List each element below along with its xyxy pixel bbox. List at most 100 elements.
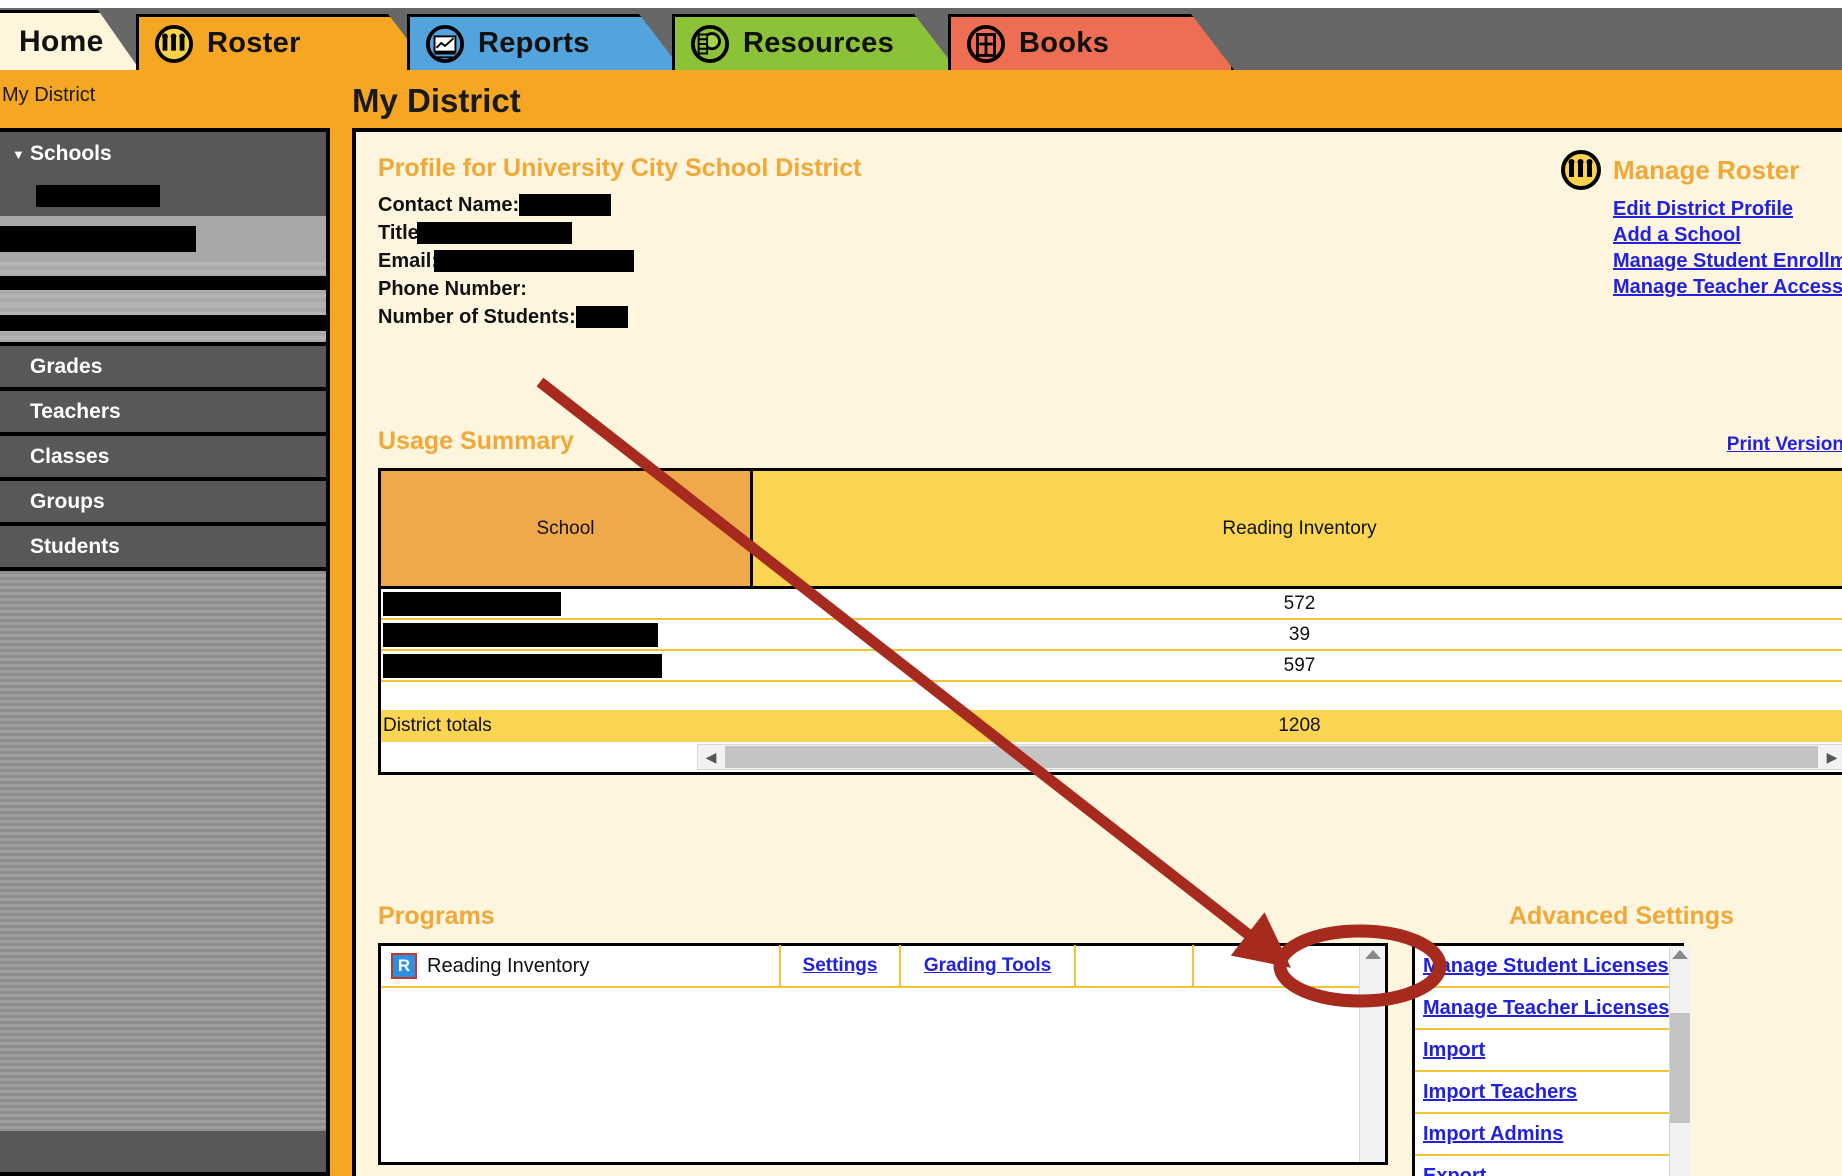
- usage-summary-header-row: Usage Summary Print Version: [378, 427, 1842, 456]
- tab-reports[interactable]: Reports: [407, 14, 682, 70]
- link-manage-student-licenses[interactable]: Manage Student Licenses: [1415, 946, 1670, 988]
- sidebar-item-classes[interactable]: Classes: [0, 436, 326, 481]
- roster-icon: [1561, 150, 1601, 190]
- link-manage-student-enrollment[interactable]: Manage Student Enrollment: [1613, 248, 1842, 274]
- scroll-right-icon[interactable]: ▶: [1819, 745, 1842, 769]
- advanced-settings-vertical-scrollbar[interactable]: [1669, 946, 1691, 1176]
- advanced-settings-list: Manage Student Licenses Manage Teacher L…: [1415, 946, 1670, 1176]
- redacted-value: [383, 622, 658, 647]
- program-name-label: Reading Inventory: [427, 954, 590, 977]
- cell-total-label: District totals: [383, 715, 492, 736]
- link-manage-teacher-access[interactable]: Manage Teacher Access: [1613, 274, 1842, 300]
- reports-icon: [426, 24, 464, 63]
- cell-empty-1: [1076, 945, 1194, 987]
- tab-books-label: Books: [1019, 27, 1110, 59]
- sidebar-item-groups[interactable]: Groups: [0, 481, 326, 526]
- profile-field-title: Title:: [378, 219, 1378, 247]
- advanced-settings-panel: Manage Student Licenses Manage Teacher L…: [1412, 943, 1691, 1176]
- scroll-up-icon[interactable]: [1672, 950, 1689, 959]
- tab-reports-label: Reports: [478, 27, 590, 59]
- programs-rows: R Reading Inventory Settings Grading Too…: [381, 945, 1359, 1162]
- tab-books[interactable]: Books: [948, 14, 1234, 70]
- scroll-up-icon[interactable]: [1364, 950, 1381, 959]
- sidebar-nav: ▼ Schools Grades Teachers Classes Groups…: [0, 128, 330, 1176]
- link-export[interactable]: Export: [1415, 1156, 1669, 1176]
- roster-icon: [155, 24, 193, 63]
- sidebar-item-grades-label: Grades: [30, 354, 103, 378]
- tabbar-top-strip: [0, 0, 1842, 8]
- cell-program-name: R Reading Inventory: [381, 945, 781, 987]
- link-import-admins[interactable]: Import Admins: [1415, 1114, 1670, 1156]
- cell-school: [381, 622, 753, 647]
- table-row: 597: [381, 651, 1842, 682]
- usage-summary-heading: Usage Summary: [378, 427, 574, 455]
- profile-field-contact-name: Contact Name:: [378, 191, 1378, 219]
- programs-heading: Programs: [378, 902, 495, 930]
- sidebar-header: My District: [2, 84, 96, 106]
- redacted-value: [383, 653, 662, 678]
- profile-label-contact-name: Contact Name:: [378, 193, 520, 216]
- link-grading-tools[interactable]: Grading Tools: [924, 955, 1051, 977]
- redacted-text: [0, 276, 326, 290]
- sidebar-item-schools[interactable]: ▼ Schools: [0, 132, 326, 176]
- advanced-settings-heading: Advanced Settings: [1508, 902, 1734, 930]
- profile-label-number-of-students: Number of Students:: [378, 305, 576, 328]
- link-add-a-school[interactable]: Add a School: [1613, 222, 1842, 248]
- profile-label-email: Email:: [378, 249, 439, 272]
- profile-fields: Contact Name: Title: Email: Phone Number…: [378, 191, 1378, 331]
- scrollbar-thumb[interactable]: [725, 746, 1818, 768]
- redacted-text: [0, 315, 326, 331]
- reading-inventory-icon: R: [391, 953, 417, 979]
- programs-section: Programs Advanced Settings R Reading Inv…: [378, 902, 1842, 1176]
- manage-roster-title-row: Manage Roster: [1561, 150, 1842, 190]
- main-content: My District Profile for University City …: [330, 70, 1842, 1176]
- sidebar-group-redacted-3[interactable]: [0, 304, 326, 346]
- sidebar-empty-area: [0, 571, 326, 1131]
- link-import[interactable]: Import: [1415, 1030, 1670, 1072]
- link-manage-teacher-licenses[interactable]: Manage Teacher Licenses: [1415, 988, 1670, 1030]
- chevron-down-icon: ▼: [12, 146, 25, 162]
- tab-home[interactable]: Home: [0, 10, 140, 70]
- cell-total-value: 1208: [1278, 715, 1321, 736]
- programs-header-row: Programs Advanced Settings: [378, 902, 1842, 931]
- scrollbar-track[interactable]: ◀ ▶: [697, 744, 1842, 770]
- profile-field-email: Email:: [378, 247, 1378, 275]
- sidebar-item-teachers[interactable]: Teachers: [0, 391, 326, 436]
- redacted-value: [575, 306, 628, 328]
- sidebar-item-students[interactable]: Students: [0, 526, 326, 571]
- redacted-value: [519, 194, 612, 216]
- programs-vertical-scrollbar[interactable]: [1359, 946, 1385, 1162]
- tab-resources[interactable]: Resources: [672, 14, 957, 70]
- tab-roster[interactable]: Roster: [136, 14, 431, 70]
- sidebar-group-redacted-1[interactable]: [0, 216, 326, 262]
- scrollbar-thumb[interactable]: [1670, 1013, 1691, 1123]
- cell-reading-inventory: 572: [1283, 592, 1316, 614]
- table-row: R Reading Inventory Settings Grading Too…: [381, 945, 1359, 988]
- main-tab-bar: Home Roster Reports Resources Books: [0, 0, 1842, 70]
- cell-settings: Settings: [781, 945, 901, 987]
- usage-table-horizontal-scrollbar[interactable]: ◀ ▶: [381, 742, 1842, 772]
- cell-grading-tools: Grading Tools: [901, 945, 1076, 987]
- profile-field-number-of-students: Number of Students:: [378, 303, 1378, 331]
- link-print-version[interactable]: Print Version: [1727, 434, 1842, 456]
- cell-reading-inventory: 597: [1283, 654, 1316, 676]
- sidebar-group-redacted-2[interactable]: [0, 262, 326, 304]
- sidebar-item-school-redacted-1[interactable]: [0, 176, 326, 216]
- sidebar-item-grades[interactable]: Grades: [0, 346, 326, 391]
- content-card: Profile for University City School Distr…: [352, 128, 1842, 1176]
- scroll-left-icon[interactable]: ◀: [698, 745, 724, 769]
- sidebar-item-students-label: Students: [30, 534, 120, 558]
- sidebar-item-teachers-label: Teachers: [30, 399, 121, 423]
- table-row: 572: [381, 589, 1842, 620]
- page-body: My District ▼ Schools Grades Teachers Cl…: [0, 70, 1842, 1176]
- tab-resources-label: Resources: [743, 27, 894, 59]
- tab-roster-label: Roster: [207, 27, 301, 59]
- redacted-text: [36, 185, 160, 207]
- programs-body: R Reading Inventory Settings Grading Too…: [378, 943, 1842, 1176]
- link-settings[interactable]: Settings: [803, 955, 878, 977]
- table-row: 39: [381, 620, 1842, 651]
- cell-empty-2: [1194, 945, 1359, 987]
- profile-label-phone-number: Phone Number:: [378, 277, 527, 300]
- link-import-teachers[interactable]: Import Teachers: [1415, 1072, 1670, 1114]
- link-edit-district-profile[interactable]: Edit District Profile: [1613, 196, 1842, 222]
